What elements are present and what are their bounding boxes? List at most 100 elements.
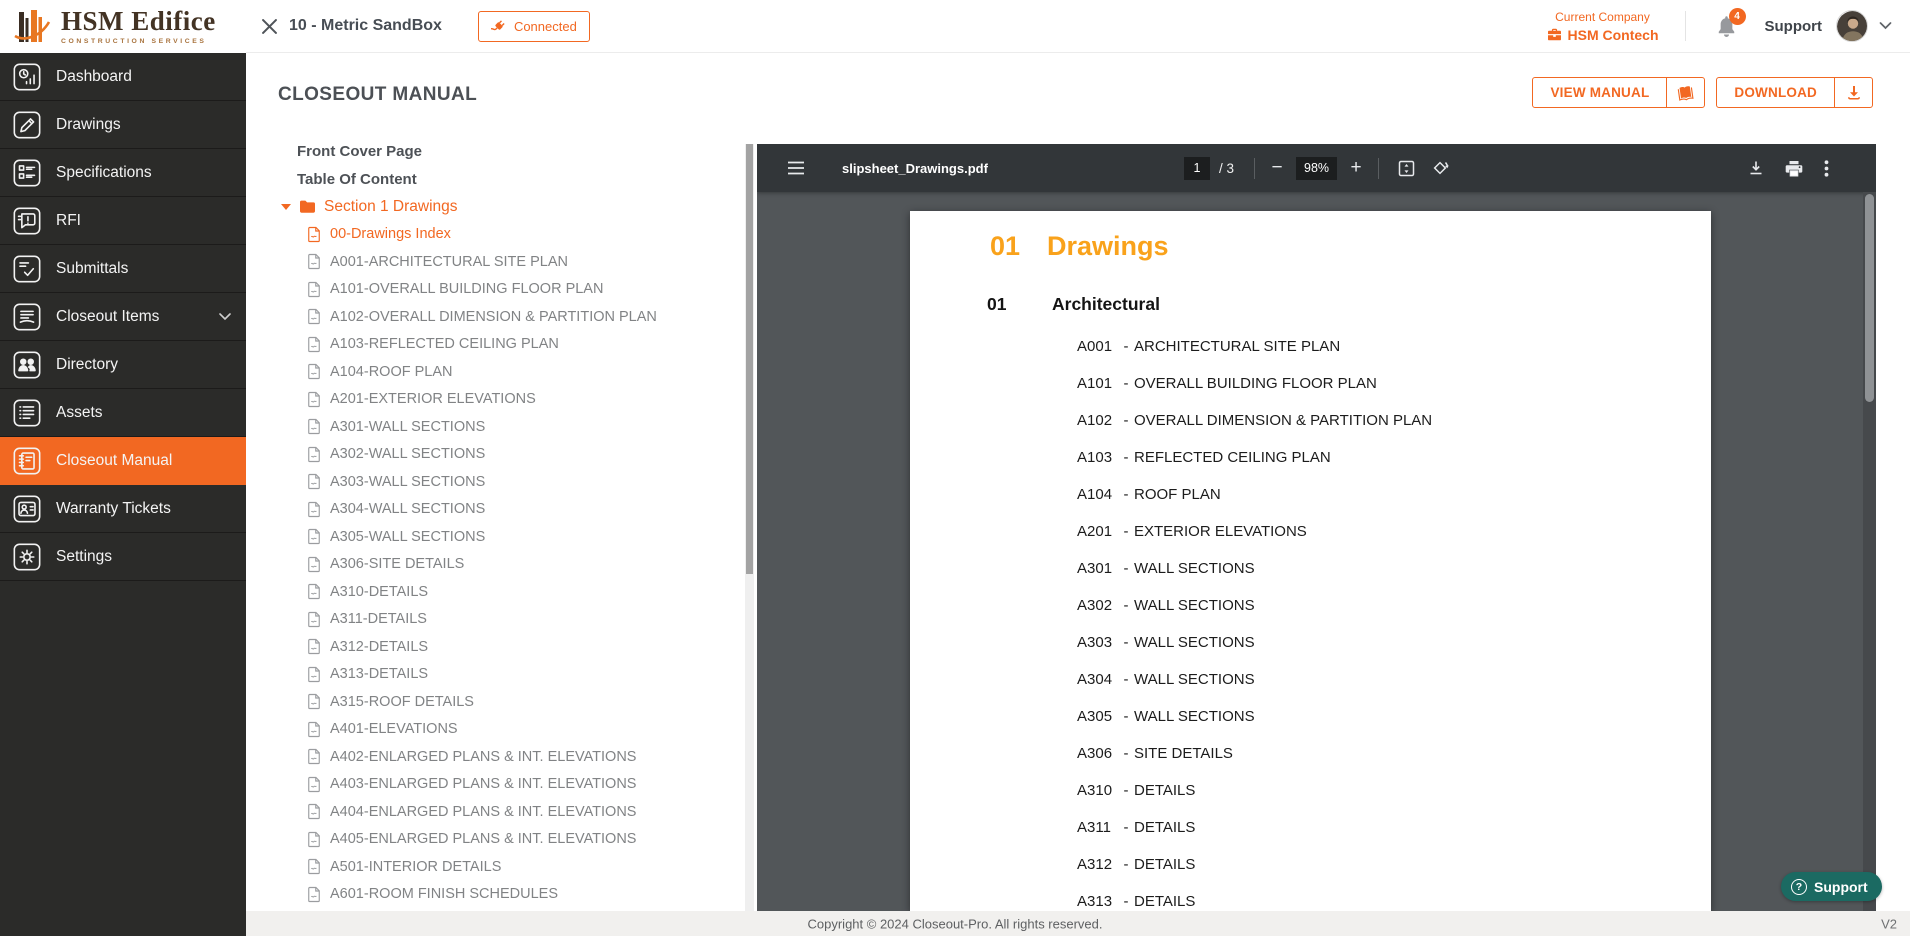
pdf-file-icon — [307, 611, 321, 628]
pdf-entry-name: WALL SECTIONS — [1134, 634, 1255, 651]
briefcase-icon — [1547, 28, 1562, 41]
dashboard-icon — [12, 62, 42, 92]
sidebar-item-settings[interactable]: Settings — [0, 533, 246, 581]
tree-scrollbar-thumb[interactable] — [746, 144, 753, 574]
app-logo[interactable]: HSM Edifice CONSTRUCTION SERVICES — [0, 0, 246, 53]
pdf-entry-row: A311- DETAILS — [1077, 809, 1432, 846]
pdf-file-icon — [307, 858, 321, 875]
tree-scrollbar[interactable] — [745, 144, 754, 911]
zoom-level-input[interactable]: 98% — [1296, 156, 1338, 180]
pdf-page: 01 Drawings 01 Architectural A001- ARCHIT… — [910, 211, 1711, 911]
sidebar-item-assets[interactable]: Assets — [0, 389, 246, 437]
pdf-entry-code: A313 — [1077, 893, 1113, 910]
pdf-scrollbar[interactable] — [1863, 192, 1876, 911]
pdf-file-icon — [307, 473, 321, 490]
tree-file-item[interactable]: A310-DETAILS — [278, 578, 733, 606]
sidebar-item-dashboard[interactable]: Dashboard — [0, 53, 246, 101]
zoom-in-button[interactable]: + — [1345, 157, 1367, 179]
pdf-entry-dash: - — [1123, 449, 1129, 466]
tree-file-item[interactable]: A315-ROOF DETAILS — [278, 688, 733, 716]
view-manual-button[interactable]: VIEW MANUAL — [1532, 77, 1706, 108]
tree-file-item[interactable]: A301-WALL SECTIONS — [278, 413, 733, 441]
header-support-link[interactable]: Support — [1765, 18, 1823, 35]
tree-file-item[interactable]: A601-ROOM FINISH SCHEDULES — [278, 881, 733, 909]
company-selector[interactable]: Current Company HSM Contech — [1547, 10, 1659, 43]
pdf-entry-name: DETAILS — [1134, 856, 1196, 873]
tree-file-item[interactable]: A302-WALL SECTIONS — [278, 441, 733, 469]
tree-file-item[interactable]: A404-ENLARGED PLANS & INT. ELEVATIONS — [278, 798, 733, 826]
tree-file-item[interactable]: A401-ELEVATIONS — [278, 716, 733, 744]
support-button[interactable]: ? Support — [1781, 872, 1882, 901]
download-icon[interactable] — [1748, 160, 1764, 176]
pdf-entry-code: A312 — [1077, 856, 1113, 873]
pdf-entry-code: A303 — [1077, 634, 1113, 651]
tree-file-item[interactable]: A001-ARCHITECTURAL SITE PLAN — [278, 248, 733, 276]
sidebar-item-submittals[interactable]: Submittals — [0, 245, 246, 293]
pdf-entry-name: REFLECTED CEILING PLAN — [1134, 449, 1331, 466]
tree-file-item[interactable]: 00-Drawings Index — [278, 221, 733, 249]
user-avatar[interactable] — [1836, 10, 1868, 42]
close-icon[interactable] — [262, 18, 277, 34]
tree-file-item[interactable]: A201-EXTERIOR ELEVATIONS — [278, 386, 733, 414]
assets-icon — [12, 398, 42, 428]
caret-down-icon[interactable] — [281, 203, 291, 210]
pdf-entry-code: A103 — [1077, 449, 1113, 466]
tree-file-item[interactable]: A501-INTERIOR DETAILS — [278, 853, 733, 881]
pdf-entry-row: A101- OVERALL BUILDING FLOOR PLAN — [1077, 365, 1432, 402]
pdf-toolbar: slipsheet_Drawings.pdf 1 / 3 − 98% + — [757, 144, 1876, 192]
pdf-entry-code: A310 — [1077, 782, 1113, 799]
pdf-entry-row: A305- WALL SECTIONS — [1077, 698, 1432, 735]
chevron-down-icon[interactable] — [1879, 22, 1892, 30]
sidebar-item-specifications[interactable]: Specifications — [0, 149, 246, 197]
sidebar-item-directory[interactable]: Directory — [0, 341, 246, 389]
tree-file-item[interactable]: A402-ENLARGED PLANS & INT. ELEVATIONS — [278, 743, 733, 771]
more-vertical-icon[interactable] — [1824, 159, 1829, 177]
pdf-file-icon — [307, 308, 321, 325]
tree-file-item[interactable]: A403-ENLARGED PLANS & INT. ELEVATIONS — [278, 771, 733, 799]
sidebar-item-closeout-manual[interactable]: Closeout Manual — [0, 437, 246, 485]
sidebar-item-closeout-items[interactable]: Closeout Items — [0, 293, 246, 341]
sidebar-item-drawings[interactable]: Drawings — [0, 101, 246, 149]
tree-file-item[interactable]: A102-OVERALL DIMENSION & PARTITION PLAN — [278, 303, 733, 331]
question-mark-icon: ? — [1791, 878, 1807, 895]
tree-file-item[interactable]: A104-ROOF PLAN — [278, 358, 733, 386]
page-number-input[interactable]: 1 — [1184, 156, 1210, 180]
pdf-scrollbar-thumb[interactable] — [1865, 194, 1874, 402]
tree-file-item[interactable]: A312-DETAILS — [278, 633, 733, 661]
zoom-out-button[interactable]: − — [1266, 157, 1288, 179]
pdf-entry-row: A303- WALL SECTIONS — [1077, 624, 1432, 661]
pdf-entry-dash: - — [1123, 597, 1129, 614]
tree-static-item[interactable]: Table Of Content — [278, 166, 733, 194]
pdf-file-icon — [307, 831, 321, 848]
menu-icon[interactable] — [787, 161, 805, 175]
page-fit-icon[interactable] — [1398, 160, 1415, 177]
pdf-subsection-heading: 01 Architectural — [987, 294, 1160, 314]
tree-file-item[interactable]: A101-OVERALL BUILDING FLOOR PLAN — [278, 276, 733, 304]
tree-file-item[interactable]: A304-WALL SECTIONS — [278, 496, 733, 524]
tree-file-item[interactable]: A305-WALL SECTIONS — [278, 523, 733, 551]
manual-structure-tree: Front Cover Page Table Of Content Section … — [278, 138, 733, 913]
rotate-icon[interactable] — [1431, 159, 1449, 177]
download-label: DOWNLOAD — [1734, 85, 1817, 100]
sidebar-item-label: Assets — [56, 403, 103, 421]
tree-file-item[interactable]: A303-WALL SECTIONS — [278, 468, 733, 496]
tree-file-label: A312-DETAILS — [330, 638, 429, 655]
pdf-entry-row: A310- DETAILS — [1077, 772, 1432, 809]
tree-file-label: A001-ARCHITECTURAL SITE PLAN — [330, 253, 568, 270]
tree-static-item[interactable]: Front Cover Page — [278, 138, 733, 166]
tree-file-item[interactable]: A311-DETAILS — [278, 606, 733, 634]
sidebar-item-rfi[interactable]: RFI — [0, 197, 246, 245]
print-icon[interactable] — [1785, 160, 1803, 177]
tree-file-label: A401-ELEVATIONS — [330, 721, 458, 738]
tree-file-item[interactable]: A405-ENLARGED PLANS & INT. ELEVATIONS — [278, 826, 733, 854]
download-button[interactable]: DOWNLOAD — [1716, 77, 1873, 108]
pdf-file-icon — [307, 583, 321, 600]
tree-file-item[interactable]: A103-REFLECTED CEILING PLAN — [278, 331, 733, 359]
tree-file-item[interactable]: A313-DETAILS — [278, 661, 733, 689]
pdf-entry-row: A302- WALL SECTIONS — [1077, 587, 1432, 624]
sidebar-item-label: Warranty Tickets — [56, 499, 171, 517]
tree-section-drawings[interactable]: Section 1 Drawings — [278, 193, 733, 221]
sidebar-item-warranty-tickets[interactable]: Warranty Tickets — [0, 485, 246, 533]
notifications-button[interactable]: 4 — [1716, 7, 1746, 38]
tree-file-item[interactable]: A306-SITE DETAILS — [278, 551, 733, 579]
